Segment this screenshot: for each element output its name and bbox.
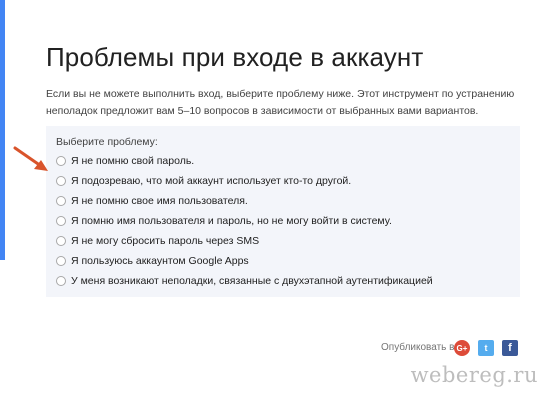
problem-option-google-apps[interactable]: Я пользуюсь аккаунтом Google Apps xyxy=(56,251,433,271)
red-arrow-pointer-icon xyxy=(13,146,48,171)
radio-button[interactable] xyxy=(56,176,66,186)
facebook-icon[interactable]: f xyxy=(502,340,518,356)
option-label: Я не помню свое имя пользователя. xyxy=(71,195,248,207)
share-label: Опубликовать в: xyxy=(381,342,458,353)
radio-button[interactable] xyxy=(56,256,66,266)
intro-text: Если вы не можете выполнить вход, выбери… xyxy=(46,88,515,117)
radio-button[interactable] xyxy=(56,196,66,206)
problem-label: Выберите проблему: xyxy=(56,136,158,148)
problem-option-cannot-sign-in[interactable]: Я помню имя пользователя и пароль, но не… xyxy=(56,211,433,231)
option-label: Я пользуюсь аккаунтом Google Apps xyxy=(71,255,249,267)
watermark: webereg.ru xyxy=(410,363,538,387)
twitter-icon[interactable]: t xyxy=(478,340,494,356)
radio-button[interactable] xyxy=(56,276,66,286)
option-label: У меня возникают неполадки, связанные с … xyxy=(71,275,433,287)
radio-button[interactable] xyxy=(56,216,66,226)
google-plus-icon[interactable]: G+ xyxy=(454,340,470,356)
page: Проблемы при входе в аккаунт Если вы не … xyxy=(0,0,550,393)
radio-button[interactable] xyxy=(56,236,66,246)
option-label: Я помню имя пользователя и пароль, но не… xyxy=(71,215,392,227)
option-label: Я не могу сбросить пароль через SMS xyxy=(71,235,260,247)
blue-edge-strip xyxy=(0,0,5,260)
problem-option-forgot-username[interactable]: Я не помню свое имя пользователя. xyxy=(56,191,433,211)
problem-panel: Выберите проблему: Я не помню свой парол… xyxy=(46,126,520,297)
radio-button[interactable] xyxy=(56,156,66,166)
problem-option-two-step[interactable]: У меня возникают неполадки, связанные с … xyxy=(56,271,433,291)
page-title: Проблемы при входе в аккаунт xyxy=(46,42,424,72)
problem-option-account-hijacked[interactable]: Я подозреваю, что мой аккаунт использует… xyxy=(56,171,433,191)
option-label: Я не помню свой пароль. xyxy=(71,155,195,167)
problem-options: Я не помню свой пароль. Я подозреваю, чт… xyxy=(56,151,433,291)
problem-option-forgot-password[interactable]: Я не помню свой пароль. xyxy=(56,151,433,171)
problem-option-sms-reset[interactable]: Я не могу сбросить пароль через SMS xyxy=(56,231,433,251)
option-label: Я подозреваю, что мой аккаунт использует… xyxy=(71,175,352,187)
